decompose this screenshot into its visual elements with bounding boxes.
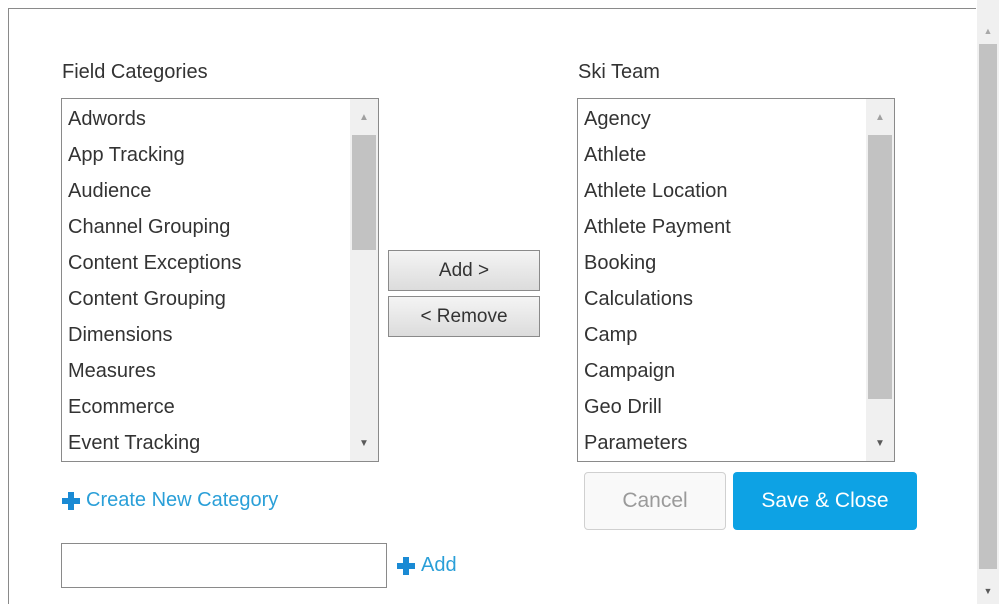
list-item[interactable]: Channel Grouping [68,209,241,245]
list-item[interactable]: Booking [584,245,731,281]
add-category-label: Add [421,554,457,576]
list-item[interactable]: Athlete [584,137,731,173]
ski-team-heading: Ski Team [578,61,660,83]
list-item[interactable]: Adwords [68,101,241,137]
scroll-down-icon[interactable]: ▼ [350,429,378,457]
list-item[interactable]: Dimensions [68,317,241,353]
ski-team-scrollbar[interactable]: ▲ ▼ [866,99,894,461]
list-item[interactable]: Calculations [584,281,731,317]
field-categories-heading: Field Categories [62,61,208,83]
scrollbar-thumb[interactable] [352,135,376,250]
scroll-up-icon[interactable]: ▲ [350,103,378,131]
list-item[interactable]: Geo Drill [584,389,731,425]
list-item[interactable]: Athlete Location [584,173,731,209]
scroll-up-icon[interactable]: ▲ [977,20,999,42]
list-item[interactable]: Audience [68,173,241,209]
new-category-input[interactable] [61,543,387,588]
list-item[interactable]: App Tracking [68,137,241,173]
list-item[interactable]: Agency [584,101,731,137]
create-new-category-link[interactable]: Create New Category [62,489,278,512]
list-item[interactable]: Athlete Payment [584,209,731,245]
field-categories-list: Adwords App Tracking Audience Channel Gr… [68,101,241,461]
add-button[interactable]: Add > [388,250,540,291]
list-item[interactable]: Event Tracking [68,425,241,461]
scroll-up-icon[interactable]: ▲ [866,103,894,131]
save-and-close-button[interactable]: Save & Close [733,472,917,530]
list-item[interactable]: Content Exceptions [68,245,241,281]
scrollbar-thumb[interactable] [979,44,997,569]
ski-team-list: Agency Athlete Athlete Location Athlete … [584,101,731,461]
ski-team-listbox[interactable]: Agency Athlete Athlete Location Athlete … [577,98,895,462]
add-category-link[interactable]: Add [397,554,457,577]
remove-button[interactable]: < Remove [388,296,540,337]
list-item[interactable]: Measures [68,353,241,389]
plus-icon [397,556,415,575]
scrollbar-thumb[interactable] [868,135,892,399]
field-categories-scrollbar[interactable]: ▲ ▼ [350,99,378,461]
window-scrollbar[interactable]: ▲ ▼ [977,0,999,604]
scroll-down-icon[interactable]: ▼ [866,429,894,457]
create-new-category-label: Create New Category [86,489,279,511]
list-item[interactable]: Campaign [584,353,731,389]
list-item[interactable]: Parameters [584,425,731,461]
scroll-down-icon[interactable]: ▼ [977,580,999,602]
plus-icon [62,491,80,510]
list-item[interactable]: Camp [584,317,731,353]
field-categories-listbox[interactable]: Adwords App Tracking Audience Channel Gr… [61,98,379,462]
list-item[interactable]: Ecommerce [68,389,241,425]
list-item[interactable]: Content Grouping [68,281,241,317]
cancel-button[interactable]: Cancel [584,472,726,530]
